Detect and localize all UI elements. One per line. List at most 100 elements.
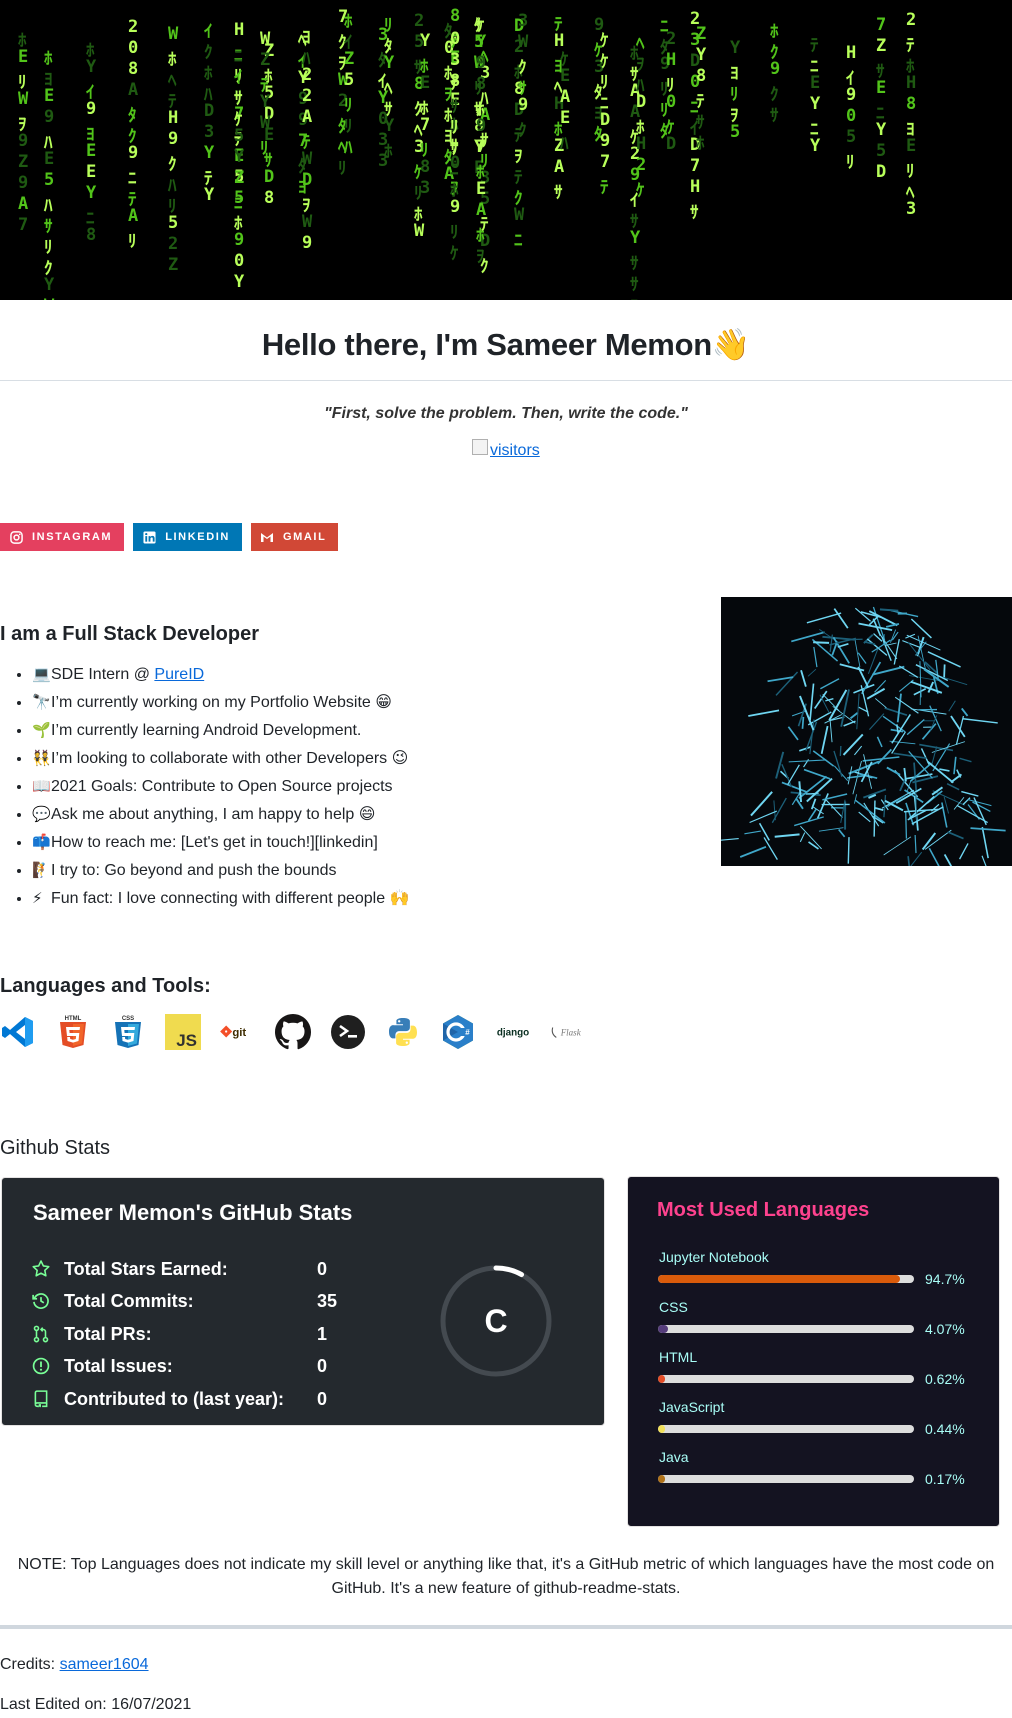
portrait-stroke <box>947 831 964 840</box>
matrix-glyph: Y <box>810 135 821 156</box>
css3-icon[interactable]: CSS <box>110 1014 146 1050</box>
portrait-stroke <box>794 816 824 827</box>
portrait-stroke <box>962 718 998 724</box>
portrait-stroke <box>921 723 937 740</box>
portrait-stroke <box>819 694 830 714</box>
visitors-badge-link[interactable]: visitors <box>472 439 540 460</box>
vscode-icon[interactable] <box>0 1014 36 1050</box>
portrait-stroke <box>906 780 912 793</box>
portrait-stroke <box>875 698 887 709</box>
language-percent: 0.62% <box>925 1371 965 1387</box>
credits-link[interactable]: sameer1604 <box>60 1656 149 1673</box>
portrait-stroke <box>820 678 840 690</box>
list-item-text: I’m currently working on my Portfolio We… <box>51 694 392 711</box>
climber-emoji: 🧗 <box>32 862 51 879</box>
matrix-glyph: Y <box>86 57 97 78</box>
matrix-glyph: 0 <box>128 37 139 58</box>
django-icon[interactable]: django <box>495 1014 531 1050</box>
broken-image-icon <box>472 439 488 455</box>
dancers-emoji: 👯 <box>32 750 51 767</box>
star-icon <box>32 1260 50 1277</box>
python-icon[interactable] <box>385 1014 421 1050</box>
language-percent: 4.07% <box>925 1321 965 1337</box>
gmail-badge[interactable]: GMAIL <box>250 523 339 551</box>
history-icon <box>32 1293 49 1309</box>
matrix-glyph: Y <box>44 274 55 295</box>
matrix-glyph: Y <box>204 185 215 206</box>
list-item-text: 2021 Goals: Contribute to Open Source pr… <box>51 778 393 795</box>
html5-icon[interactable]: HTML <box>55 1014 91 1050</box>
portrait-stroke <box>928 847 940 866</box>
matrix-glyph: 9 <box>302 233 313 254</box>
matrix-glyph: 8 <box>476 73 487 94</box>
matrix-glyph: A <box>18 193 29 214</box>
portrait-stroke <box>884 707 908 716</box>
git-icon[interactable]: git <box>220 1014 256 1050</box>
portrait-stroke <box>744 830 761 835</box>
matrix-glyph: 3 <box>906 198 917 219</box>
matrix-glyph: 7 <box>876 14 887 35</box>
portrait-stroke <box>838 828 846 838</box>
matrix-glyph: 2 <box>302 86 313 107</box>
matrix-glyph: 3 <box>420 177 431 198</box>
matrix-glyph: 0 <box>846 105 857 126</box>
github-icon[interactable] <box>275 1014 311 1050</box>
instagram-badge[interactable]: INSTAGRAM <box>0 523 125 551</box>
matrix-glyph: 7 <box>600 152 611 173</box>
portrait-stroke <box>787 726 799 741</box>
matrix-glyph: E <box>876 77 887 98</box>
matrix-glyph: A <box>128 205 139 226</box>
language-name: JavaScript <box>659 1399 725 1415</box>
last-edited: Last Edited on: 16/07/2021 <box>0 1696 192 1713</box>
matrix-glyph: E <box>560 107 571 128</box>
portrait-stroke <box>967 798 992 807</box>
matrix-glyph: W <box>518 31 529 52</box>
matrix-glyph: Y <box>86 183 97 204</box>
portrait-stroke <box>748 709 780 717</box>
matrix-glyph: 8 <box>128 58 139 79</box>
language-bar-fill <box>658 1475 665 1483</box>
pureid-link[interactable]: PureID <box>154 666 204 683</box>
grade-ring: C <box>440 1265 552 1377</box>
matrix-glyph: W <box>302 212 313 233</box>
portrait-stroke <box>941 802 948 828</box>
matrix-glyph: 8 <box>420 156 431 177</box>
matrix-glyph: 0 <box>666 91 677 112</box>
linkedin-icon <box>142 530 156 544</box>
csharp-icon[interactable]: # <box>440 1014 476 1050</box>
wireframe-portrait-image <box>721 597 1012 866</box>
stat-value: 0 <box>317 1388 328 1409</box>
portrait-stroke <box>833 608 849 629</box>
matrix-glyph: W <box>302 149 313 170</box>
matrix-glyph: 2 <box>414 11 425 32</box>
language-percent: 94.7% <box>925 1271 965 1287</box>
portrait-stroke <box>843 720 856 727</box>
matrix-glyph: ﾊ <box>344 137 353 158</box>
portrait-stroke <box>856 693 860 730</box>
portrait-stroke <box>927 760 954 784</box>
matrix-glyph: 9 <box>86 99 97 120</box>
terminal-icon[interactable] <box>330 1014 366 1050</box>
matrix-glyph: ﾎ <box>696 133 705 154</box>
javascript-icon[interactable]: JS <box>165 1014 201 1050</box>
instagram-label: INSTAGRAM <box>32 531 113 543</box>
matrix-glyph: 2 <box>168 234 179 255</box>
matrix-glyph: Z <box>260 49 271 70</box>
portrait-stroke <box>860 761 873 783</box>
matrix-glyph: 2 <box>302 65 313 86</box>
page-title: Hello there, I'm Sameer Memon👋 <box>0 326 1012 363</box>
matrix-glyph: E <box>18 46 29 67</box>
matrix-glyph: 9 <box>18 130 29 151</box>
portrait-stroke <box>953 756 957 775</box>
matrix-glyph: ｦ <box>476 246 485 267</box>
flask-icon[interactable]: Flask <box>550 1014 586 1050</box>
stat-label: Total PRs: <box>64 1323 152 1344</box>
matrix-glyph: Y <box>384 115 395 136</box>
linkedin-badge[interactable]: LINKEDIN <box>133 523 242 551</box>
matrix-glyph: D <box>600 110 611 131</box>
portrait-stroke <box>763 837 778 860</box>
matrix-glyph: E <box>906 135 917 156</box>
list-item: 📖2021 Goals: Contribute to Open Source p… <box>32 773 672 801</box>
matrix-glyph: 8 <box>264 188 275 209</box>
portrait-stroke <box>750 791 773 817</box>
